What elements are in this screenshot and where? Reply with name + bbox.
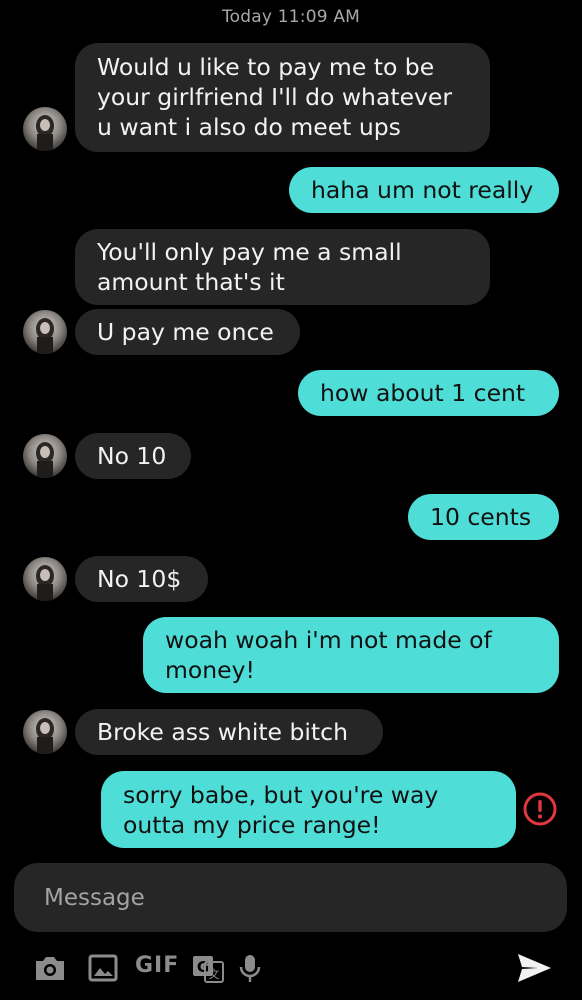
message-line: how about 1 cent: [320, 379, 526, 407]
send-icon[interactable]: [514, 948, 554, 988]
incoming-message[interactable]: Broke ass white bitch: [75, 709, 383, 755]
message-line: No 10$: [97, 565, 182, 593]
message-line: U pay me once: [97, 318, 274, 346]
incoming-message[interactable]: U pay me once: [75, 309, 300, 355]
outgoing-message[interactable]: 10 cents: [408, 494, 559, 540]
contact-avatar[interactable]: [23, 107, 67, 151]
svg-text:G: G: [197, 958, 209, 976]
outgoing-message[interactable]: how about 1 cent: [298, 370, 559, 416]
message-input[interactable]: [14, 863, 567, 932]
incoming-message[interactable]: No 10$: [75, 556, 208, 602]
message-line: outta my price range!: [123, 811, 381, 839]
camera-icon[interactable]: [32, 950, 68, 986]
outgoing-message[interactable]: sorry babe, but you're way outta my pric…: [101, 771, 516, 848]
outgoing-message[interactable]: haha um not really: [289, 167, 559, 213]
microphone-icon[interactable]: [238, 950, 262, 986]
message-line: u want i also do meet ups: [97, 113, 401, 141]
message-line: your girlfriend I'll do whatever: [97, 83, 453, 111]
message-line: Broke ass white bitch: [97, 718, 348, 746]
send-failed-icon[interactable]: [522, 791, 558, 827]
translate-icon[interactable]: G 文: [191, 950, 225, 986]
gallery-icon[interactable]: [87, 950, 119, 986]
message-line: amount that's it: [97, 268, 285, 296]
outgoing-message[interactable]: woah woah i'm not made of money!: [143, 617, 559, 693]
contact-avatar[interactable]: [23, 557, 67, 601]
message-composer[interactable]: [14, 863, 567, 932]
message-line: money!: [165, 656, 255, 684]
timestamp: Today 11:09 AM: [221, 7, 361, 27]
message-line: haha um not really: [311, 176, 534, 204]
message-line: No 10: [97, 442, 167, 470]
message-line: woah woah i'm not made of: [165, 626, 492, 654]
message-line: You'll only pay me a small: [97, 238, 402, 266]
incoming-message[interactable]: No 10: [75, 433, 191, 479]
contact-avatar[interactable]: [23, 434, 67, 478]
contact-avatar[interactable]: [23, 710, 67, 754]
svg-text:文: 文: [209, 967, 220, 981]
incoming-message[interactable]: Would u like to pay me to be your girlfr…: [75, 43, 490, 152]
message-line: sorry babe, but you're way: [123, 781, 439, 809]
incoming-message[interactable]: You'll only pay me a small amount that's…: [75, 229, 490, 305]
message-line: Would u like to pay me to be: [97, 53, 435, 81]
message-line: 10 cents: [430, 503, 532, 531]
contact-avatar[interactable]: [23, 310, 67, 354]
gif-icon[interactable]: GIF: [135, 953, 179, 978]
